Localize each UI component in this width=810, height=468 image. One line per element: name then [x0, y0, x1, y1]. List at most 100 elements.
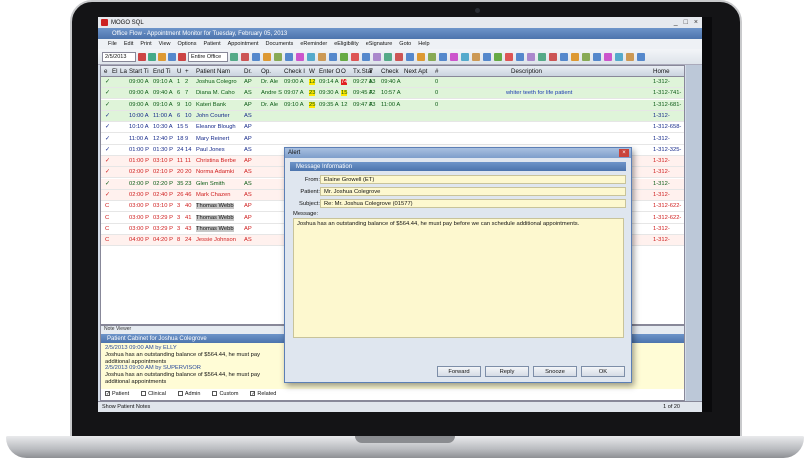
filter-icon[interactable]: [168, 52, 176, 61]
toolbar-tool-icon[interactable]: [384, 52, 392, 61]
checkbox[interactable]: ✓: [250, 390, 256, 396]
column-header[interactable]: W: [309, 68, 315, 75]
maximize-icon[interactable]: □: [684, 19, 688, 26]
reply-button[interactable]: Reply: [485, 366, 529, 377]
checkbox[interactable]: [141, 390, 147, 396]
table-row[interactable]: ✓ 09:00 A 09:10 A 9 10 Kateri Bank AP Dr. Ale 09…: [101, 99, 684, 111]
menu-item-options[interactable]: Options: [178, 41, 197, 47]
ok-button[interactable]: OK: [581, 366, 625, 377]
table-row[interactable]: ✓ 09:00 A 09:40 A 6 7 Diana M. Caho AS Andre S0…: [101, 88, 684, 100]
toolbar-tool-icon[interactable]: [560, 52, 568, 61]
print-icon[interactable]: [158, 52, 166, 61]
checkbox[interactable]: [212, 390, 218, 396]
filter-related[interactable]: ✓ Related: [250, 391, 276, 397]
menu-item-eeligibility[interactable]: eEligibility: [334, 41, 358, 47]
toolbar-tool-icon[interactable]: [450, 52, 458, 61]
toolbar-tool-icon[interactable]: [373, 52, 381, 61]
toolbar-tool-icon[interactable]: [637, 52, 645, 61]
office-select[interactable]: Entire Office: [188, 51, 228, 62]
column-header[interactable]: Op.: [261, 68, 271, 75]
column-header[interactable]: Description: [511, 68, 542, 75]
toolbar-tool-icon[interactable]: [263, 52, 271, 61]
close-icon[interactable]: ×: [619, 149, 629, 157]
toolbar-tool-icon[interactable]: [593, 52, 601, 61]
column-header[interactable]: Dr.: [244, 68, 252, 75]
toolbar-tool-icon[interactable]: [428, 52, 436, 61]
forward-button[interactable]: Forward: [437, 366, 481, 377]
column-header[interactable]: Check: [381, 68, 399, 75]
toolbar-tool-icon[interactable]: [351, 52, 359, 61]
filter-custom[interactable]: Custom: [212, 391, 238, 397]
toolbar-tool-icon[interactable]: [318, 52, 326, 61]
toolbar-tool-icon[interactable]: [395, 52, 403, 61]
column-header[interactable]: Next Apt: [404, 68, 427, 75]
snooze-button[interactable]: Snooze: [533, 366, 577, 377]
toolbar-tool-icon[interactable]: [329, 52, 337, 61]
toolbar-tool-icon[interactable]: [549, 52, 557, 61]
toolbar-tool-icon[interactable]: [296, 52, 304, 61]
refresh-icon[interactable]: [148, 52, 156, 61]
column-header[interactable]: El: [112, 68, 118, 75]
table-row[interactable]: ✓ 10:10 A 10:30 A 15 5 Eleanor Blough AP 1-312-…: [101, 122, 684, 134]
table-row[interactable]: ✓ 10:00 A 11:00 A 6 10 John Courter AS 1-312-: [101, 110, 684, 122]
toolbar-tool-icon[interactable]: [582, 52, 590, 61]
menu-item-view[interactable]: View: [159, 41, 171, 47]
toolbar-tool-icon[interactable]: [472, 52, 480, 61]
delete-icon[interactable]: [178, 52, 186, 61]
menu-item-file[interactable]: File: [108, 41, 117, 47]
column-header[interactable]: +: [185, 68, 189, 75]
toolbar-tool-icon[interactable]: [406, 52, 414, 61]
menu-item-goto[interactable]: Goto: [399, 41, 411, 47]
toolbar-tool-icon[interactable]: [285, 52, 293, 61]
column-header[interactable]: Home: [653, 68, 670, 75]
column-header[interactable]: O: [341, 68, 346, 75]
toolbar-tool-icon[interactable]: [604, 52, 612, 61]
menu-item-appointment[interactable]: Appointment: [228, 41, 259, 47]
checkbox[interactable]: [177, 390, 183, 396]
menu-item-edit[interactable]: Edit: [124, 41, 133, 47]
toolbar-tool-icon[interactable]: [505, 52, 513, 61]
toolbar-tool-icon[interactable]: [439, 52, 447, 61]
column-header[interactable]: U: [177, 68, 181, 75]
toolbar-tool-icon[interactable]: [571, 52, 579, 61]
toolbar-tool-icon[interactable]: [626, 52, 634, 61]
date-picker[interactable]: 2/5/2013: [102, 51, 136, 62]
toolbar-tool-icon[interactable]: [538, 52, 546, 61]
column-header[interactable]: Enter O: [319, 68, 340, 75]
toolbar-tool-icon[interactable]: [527, 52, 535, 61]
column-header[interactable]: #: [435, 68, 438, 75]
column-header[interactable]: Patient Nam: [196, 68, 230, 75]
menu-item-ereminder[interactable]: eReminder: [300, 41, 327, 47]
column-header[interactable]: End Ti: [153, 68, 171, 75]
menu-item-help[interactable]: Help: [418, 41, 429, 47]
toolbar-tool-icon[interactable]: [252, 52, 260, 61]
column-header[interactable]: e: [104, 68, 107, 75]
minimize-icon[interactable]: _: [674, 19, 678, 26]
filter-clinical[interactable]: Clinical: [141, 391, 166, 397]
toolbar-tool-icon[interactable]: [362, 52, 370, 61]
toolbar-tool-icon[interactable]: [307, 52, 315, 61]
close-icon[interactable]: ×: [694, 19, 698, 26]
toolbar-tool-icon[interactable]: [274, 52, 282, 61]
checkbox[interactable]: ✓: [105, 390, 110, 396]
toolbar-tool-icon[interactable]: [241, 52, 249, 61]
menu-item-esignature[interactable]: eSignature: [366, 41, 393, 47]
show-patient-notes-button[interactable]: Show Patient Notes: [102, 404, 150, 410]
toolbar-tool-icon[interactable]: [615, 52, 623, 61]
grid-scrollbar[interactable]: [686, 65, 702, 412]
calendar-icon[interactable]: [138, 52, 146, 61]
toolbar-tool-icon[interactable]: [494, 52, 502, 61]
column-header[interactable]: T: [369, 68, 373, 75]
toolbar-tool-icon[interactable]: [230, 52, 238, 61]
column-header[interactable]: La: [120, 68, 127, 75]
menu-item-documents[interactable]: Documents: [265, 41, 293, 47]
column-header[interactable]: Start Ti: [129, 68, 149, 75]
toolbar-tool-icon[interactable]: [461, 52, 469, 61]
toolbar-tool-icon[interactable]: [340, 52, 348, 61]
filter-patient[interactable]: ✓ Patient: [105, 391, 129, 397]
menu-item-patient[interactable]: Patient: [203, 41, 220, 47]
menu-item-print[interactable]: Print: [140, 41, 151, 47]
toolbar-tool-icon[interactable]: [417, 52, 425, 61]
filter-admin[interactable]: Admin: [177, 390, 200, 397]
table-row[interactable]: ✓ 11:00 A 12:40 P 18 9 Mary Reinert AP 1-312-: [101, 133, 684, 145]
